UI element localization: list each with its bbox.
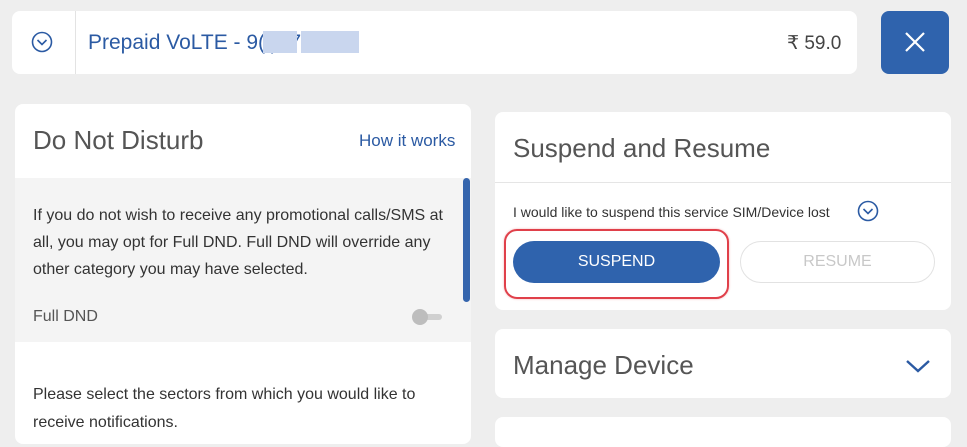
plan-price: ₹ 59.0 [787,33,842,54]
sectors-instruction: Please select the sectors from which you… [33,386,416,431]
suspend-reason-select[interactable]: SIM/Device lost [732,204,829,220]
resume-button[interactable]: RESUME [740,241,935,283]
redacted-mask [301,31,359,53]
suspend-highlight-outline [504,229,729,299]
dnd-description: If you do not wish to receive any promot… [33,207,443,278]
full-dnd-label: Full DND [33,308,98,325]
redacted-mask [263,31,297,53]
chevron-down-icon[interactable] [905,358,931,374]
chevron-down-circle-icon[interactable] [31,31,53,53]
dnd-scrollbar[interactable] [463,178,470,302]
how-it-works-link[interactable]: How it works [359,131,455,151]
close-icon [905,32,925,52]
chevron-down-circle-icon[interactable] [857,200,879,222]
next-card [495,417,951,447]
divider [75,11,76,74]
full-dnd-panel: If you do not wish to receive any promot… [15,178,471,342]
manage-device-card[interactable]: Manage Device [495,329,951,398]
close-button[interactable] [881,11,949,74]
plan-selector-bar[interactable]: Prepaid VoLTE - 9( )97 ₹ 59.0 [12,11,857,74]
divider [495,182,951,183]
full-dnd-toggle[interactable] [412,306,444,326]
suspend-prompt: I would like to suspend this service [513,204,729,220]
dnd-title: Do Not Disturb [33,125,204,155]
suspend-resume-title: Suspend and Resume [513,133,771,163]
suspend-reason-row: I would like to suspend this service SIM… [513,204,830,220]
manage-device-title: Manage Device [513,350,694,380]
toggle-knob [412,309,428,325]
dnd-card: Do Not Disturb How it works If you do no… [15,104,471,444]
